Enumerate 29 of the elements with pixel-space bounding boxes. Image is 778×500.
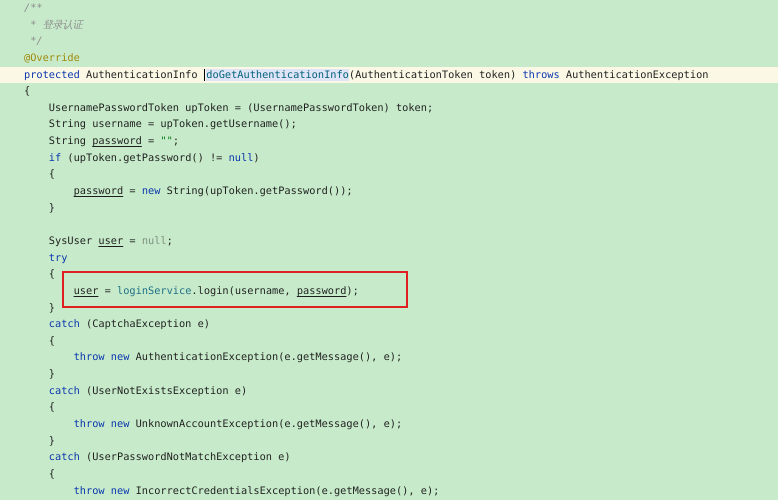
code-line: @Override [24, 50, 80, 66]
code-line: } [48, 434, 55, 449]
code-line: { [48, 167, 55, 182]
code-line: catch (UserNotExistsException e) [48, 384, 248, 399]
code-line: throw new UnknownAccountException(e.getMessage(), e); [74, 417, 402, 432]
code-line: catch (CaptchaException e) [48, 317, 210, 332]
code-line: } [48, 367, 55, 382]
code-line: throw new IncorrectCredentialsException(e.getMessage(), e); [74, 484, 440, 499]
code-line: { [48, 334, 55, 349]
code-line: String username = upToken.getUsername(); [48, 117, 297, 132]
code-line: { [48, 466, 55, 482]
code-line: */ [29, 34, 43, 50]
code-line: * 登录认证 [29, 18, 83, 33]
code-line: throw new AuthenticationException(e.getMessage(), e); [74, 350, 402, 366]
code-line: } [48, 300, 55, 316]
code-line: { [48, 400, 55, 416]
code-line: /** [24, 1, 43, 16]
code-line: password = new String(upToken.getPassword()); [74, 184, 353, 200]
code-line: } [48, 200, 55, 216]
code-line: SysUser user = null; [48, 234, 173, 249]
code-line: { [24, 84, 30, 100]
code-line: { [48, 267, 55, 282]
code-line: String password = ""; [48, 134, 180, 150]
code-line: if (upToken.getPassword() != null) [48, 150, 260, 166]
code-line: try [48, 250, 68, 266]
code-line: catch (UserPasswordNotMatchException e) [48, 450, 291, 466]
code-line: UsernamePasswordToken upToken = (UsernamePasswordToken) token; [48, 100, 434, 116]
code-line: user = loginService.login(username, password); [74, 284, 359, 299]
code-line: protected AuthenticationInfo doGetAuthenticationInfo(AuthenticationToken token) throws AuthenticationException [24, 68, 708, 83]
